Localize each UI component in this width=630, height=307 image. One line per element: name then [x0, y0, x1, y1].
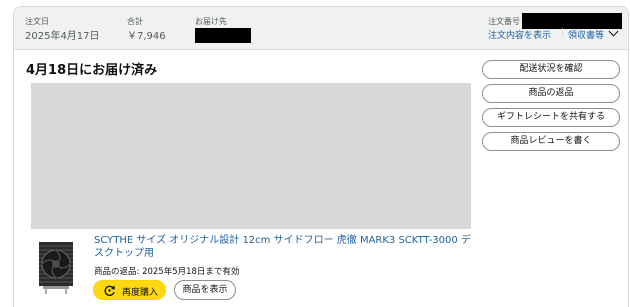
- order-card: 注文日 2025年4月17日 合計 ￥7,946 お届け先 注文番号 注文内容を…: [13, 6, 629, 307]
- track-package-button[interactable]: 配送状況を確認: [482, 60, 620, 79]
- share-gift-receipt-button[interactable]: ギフトレシートを共有する: [482, 108, 620, 127]
- delivery-status-title: 4月18日にお届け済み: [26, 63, 158, 78]
- order-date-label: 注文日: [25, 17, 49, 26]
- buy-again-label: 再度購入: [122, 288, 159, 298]
- receipt-link[interactable]: 領収書等: [568, 28, 604, 41]
- product-thumbnail[interactable]: [31, 236, 81, 296]
- write-review-button[interactable]: 商品レビューを書く: [482, 132, 620, 151]
- ship-to-redacted: [195, 28, 251, 43]
- order-header: 注文日 2025年4月17日 合計 ￥7,946 お届け先 注文番号 注文内容を…: [14, 7, 628, 50]
- total-label: 合計: [127, 17, 143, 26]
- return-items-button[interactable]: 商品の返品: [482, 84, 620, 103]
- buy-again-cycle-icon: [104, 285, 115, 296]
- order-number-label: 注文番号: [488, 17, 520, 26]
- ship-to-label: お届け先: [195, 17, 227, 26]
- order-total: ￥7,946: [127, 31, 166, 42]
- order-number-redacted: [522, 13, 622, 29]
- order-details-link[interactable]: 注文内容を表示: [488, 28, 551, 41]
- order-date: 2025年4月17日: [25, 31, 100, 42]
- return-window-info: 商品の返品: 2025年5月18日まで有効: [94, 267, 240, 277]
- shipment-image-placeholder: [31, 83, 471, 229]
- view-product-button[interactable]: 商品を表示: [174, 280, 236, 300]
- link-divider: |: [561, 28, 565, 38]
- product-title-link[interactable]: SCYTHE サイズ オリジナル設計 12cm サイドフロー 虎徹 MARK3 …: [94, 234, 474, 260]
- buy-again-button[interactable]: 再度購入: [93, 280, 166, 300]
